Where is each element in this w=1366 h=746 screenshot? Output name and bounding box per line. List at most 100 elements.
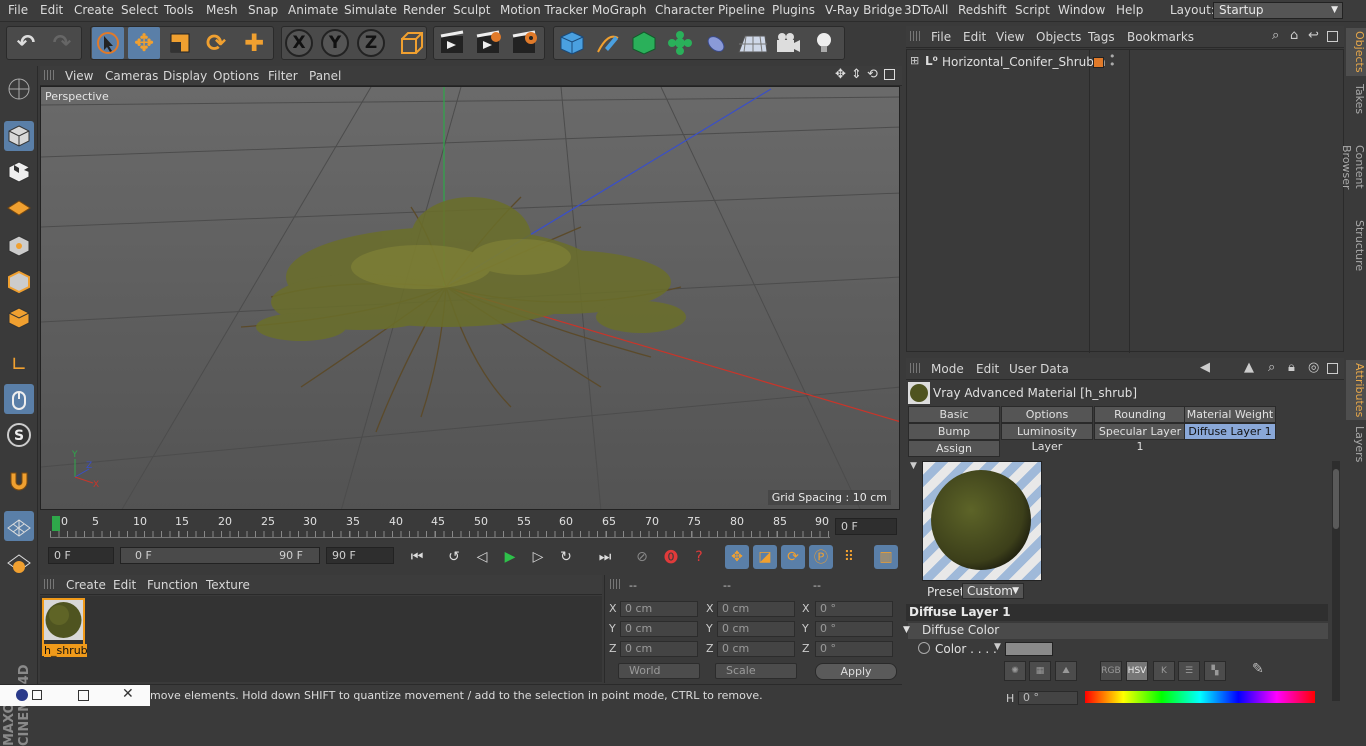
am-menu-edit[interactable]: Edit bbox=[976, 362, 999, 376]
tab-diffuse-layer-1[interactable]: Diffuse Layer 1 bbox=[1184, 423, 1276, 440]
record-position-icon[interactable]: ⊘ bbox=[630, 545, 654, 569]
redo-icon[interactable]: ↷ bbox=[46, 27, 78, 59]
menu-render[interactable]: Render bbox=[403, 3, 446, 17]
render-view-icon[interactable] bbox=[436, 27, 468, 59]
preview-collapse-icon[interactable]: ▼ bbox=[910, 461, 917, 471]
snap-settings-icon[interactable] bbox=[4, 547, 34, 577]
goto-end-icon[interactable]: ⏭ bbox=[593, 545, 617, 569]
diffuse-color-group[interactable]: ▼ Diffuse Color bbox=[903, 623, 1328, 639]
y-axis-lock-icon[interactable]: Y bbox=[321, 29, 349, 57]
om-search-icon[interactable]: ⌕ bbox=[1272, 28, 1279, 43]
tab-objects[interactable]: Objects bbox=[1346, 28, 1366, 76]
tab-takes[interactable]: Takes bbox=[1346, 82, 1366, 116]
size-x-field[interactable]: 0 cm bbox=[717, 601, 795, 617]
viewport-menu-view[interactable]: View bbox=[65, 69, 93, 83]
material-swatch[interactable]: h_shrub bbox=[42, 598, 88, 657]
key-pla-icon[interactable]: ⠿ bbox=[837, 545, 861, 569]
camera-icon[interactable] bbox=[772, 27, 804, 59]
am-menu-user-data[interactable]: User Data bbox=[1009, 362, 1069, 376]
viewport-menu-panel[interactable]: Panel bbox=[309, 69, 341, 83]
solo-mode-icon[interactable]: S bbox=[4, 420, 34, 450]
tab-structure[interactable]: Structure bbox=[1346, 220, 1366, 272]
viewport-move-icon[interactable]: ✥ bbox=[835, 67, 846, 82]
subdivision-surface-icon[interactable] bbox=[628, 27, 660, 59]
mm-menu-create[interactable]: Create bbox=[66, 578, 106, 592]
render-picture-viewer-icon[interactable] bbox=[472, 27, 504, 59]
apply-button[interactable]: Apply bbox=[815, 663, 897, 680]
close-icon[interactable]: ✕ bbox=[122, 686, 134, 702]
tab-options[interactable]: Options bbox=[1001, 406, 1093, 423]
scrollbar-thumb[interactable] bbox=[1333, 469, 1339, 529]
size-y-field[interactable]: 0 cm bbox=[717, 621, 795, 637]
animate-radio[interactable] bbox=[918, 642, 930, 654]
material-preview[interactable] bbox=[922, 461, 1042, 581]
tab-basic[interactable]: Basic bbox=[908, 406, 1000, 423]
menu-mesh[interactable]: Mesh bbox=[206, 3, 238, 17]
edges-mode-icon[interactable] bbox=[4, 267, 34, 297]
scale-tool-icon[interactable] bbox=[164, 27, 196, 59]
key-position-icon[interactable]: ✥ bbox=[725, 545, 749, 569]
mm-menu-texture[interactable]: Texture bbox=[206, 578, 250, 592]
coordinate-system-icon[interactable] bbox=[394, 27, 426, 59]
rot-y-field[interactable]: 0 ° bbox=[815, 621, 893, 637]
coord-mode-select[interactable]: Scale bbox=[715, 663, 797, 679]
om-home-icon[interactable]: ⌂ bbox=[1290, 28, 1298, 43]
menu-sculpt[interactable]: Sculpt bbox=[453, 3, 490, 17]
mm-menu-edit[interactable]: Edit bbox=[113, 578, 136, 592]
pen-spline-icon[interactable] bbox=[592, 27, 624, 59]
viewport-zoom-icon[interactable]: ⇕ bbox=[851, 67, 862, 82]
object-row[interactable]: ⊞ L⁰ Horizontal_Conifer_Shrubm • • bbox=[907, 51, 1345, 72]
menu-simulate[interactable]: Simulate bbox=[344, 3, 397, 17]
points-mode-icon[interactable] bbox=[4, 231, 34, 261]
key-rotation-icon[interactable]: ⟳ bbox=[781, 545, 805, 569]
workplane-lock-icon[interactable] bbox=[4, 511, 34, 541]
up-arrow-icon[interactable]: ▲ bbox=[1244, 360, 1254, 375]
menu-window[interactable]: Window bbox=[1058, 3, 1105, 17]
color-swatch[interactable] bbox=[1005, 642, 1053, 656]
hue-field[interactable]: 0 ° bbox=[1018, 691, 1078, 705]
menu-3dtoall[interactable]: 3DToAll bbox=[904, 3, 948, 17]
light-icon[interactable] bbox=[808, 27, 840, 59]
menu-mograph[interactable]: MoGraph bbox=[592, 3, 647, 17]
om-menu-objects[interactable]: Objects bbox=[1036, 30, 1081, 44]
coord-space-select[interactable]: World bbox=[618, 663, 700, 679]
menu-motion-tracker[interactable]: Motion Tracker bbox=[500, 3, 588, 17]
texture-mode-icon[interactable] bbox=[4, 157, 34, 187]
tab-attributes[interactable]: Attributes bbox=[1346, 360, 1366, 420]
frame-range-slider[interactable]: 0 F 90 F bbox=[120, 547, 320, 564]
tab-specular-layer-1[interactable]: Specular Layer 1 bbox=[1094, 423, 1186, 453]
menu-help[interactable]: Help bbox=[1116, 3, 1143, 17]
am-search-icon[interactable]: ⌕ bbox=[1268, 360, 1275, 375]
target-icon[interactable]: ◎ bbox=[1308, 360, 1319, 375]
maximize-icon[interactable] bbox=[78, 690, 89, 701]
am-menu-mode[interactable]: Mode bbox=[931, 362, 964, 376]
rot-x-field[interactable]: 0 ° bbox=[815, 601, 893, 617]
z-axis-lock-icon[interactable]: Z bbox=[357, 29, 385, 57]
menu-animate[interactable]: Animate bbox=[288, 3, 338, 17]
menu-pipeline[interactable]: Pipeline bbox=[718, 3, 765, 17]
menu-plugins[interactable]: Plugins bbox=[772, 3, 815, 17]
am-new-window-icon[interactable] bbox=[1327, 363, 1338, 374]
move-tool-icon[interactable]: ✥ bbox=[128, 27, 160, 59]
color-chevron-icon[interactable]: ▼ bbox=[994, 642, 1001, 652]
eyedropper-icon[interactable]: ✎ bbox=[1252, 661, 1264, 677]
om-menu-bookmarks[interactable]: Bookmarks bbox=[1127, 30, 1194, 44]
tab-content-browser[interactable]: Content Browser bbox=[1340, 122, 1366, 212]
color-image-icon[interactable]: ⛰ bbox=[1055, 661, 1077, 681]
record-keys-icon[interactable]: ⓿ bbox=[659, 545, 683, 569]
auto-key-icon[interactable]: ? bbox=[687, 545, 711, 569]
color-wheel-icon[interactable]: ✺ bbox=[1004, 661, 1026, 681]
timeline-window-icon[interactable]: ▥ bbox=[874, 545, 898, 569]
hsv-mode-button[interactable]: HSV bbox=[1126, 661, 1148, 681]
menu-snap[interactable]: Snap bbox=[248, 3, 278, 17]
om-menu-view[interactable]: View bbox=[996, 30, 1024, 44]
expand-icon[interactable]: ⊞ bbox=[910, 54, 919, 67]
deformer-icon[interactable] bbox=[700, 27, 732, 59]
key-scale-icon[interactable]: ◪ bbox=[753, 545, 777, 569]
goto-start-icon[interactable]: ⏮ bbox=[405, 545, 429, 569]
previous-key-icon[interactable]: ↺ bbox=[442, 545, 466, 569]
viewport-menu-cameras[interactable]: Cameras bbox=[105, 69, 158, 83]
layer-color-tag[interactable] bbox=[1093, 57, 1104, 68]
tab-bump[interactable]: Bump bbox=[908, 423, 1000, 440]
pos-y-field[interactable]: 0 cm bbox=[620, 621, 698, 637]
